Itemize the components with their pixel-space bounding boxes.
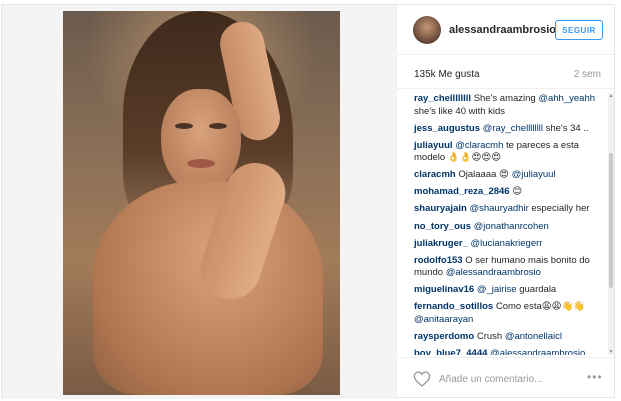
post-modal: alessandraambrosio SEGUIR 135k Me gusta …	[1, 4, 617, 399]
comment-author[interactable]: fernando_sotillos	[414, 301, 493, 312]
more-options-icon[interactable]: •••	[587, 370, 603, 384]
comment-item: shauryajain @shauryadhir especially her	[414, 203, 605, 216]
post-footer: •••	[397, 357, 617, 399]
comments-scrollbar[interactable]: ▲ ▼	[608, 93, 614, 355]
comments-list: ray_chellllllll She's amazing @ahh_yeahh…	[397, 93, 611, 355]
comment-author[interactable]: ray_chellllllll	[414, 93, 471, 104]
post-header: alessandraambrosio SEGUIR	[397, 5, 617, 55]
post-meta: 135k Me gusta 2 sem	[397, 55, 617, 89]
comment-item: juliayuul @claracmh te pareces a esta mo…	[414, 140, 605, 165]
comment-mention[interactable]: @alessandraambrosio	[446, 267, 541, 278]
comment-item: ray_chellllllll She's amazing @ahh_yeahh…	[414, 93, 605, 118]
comment-item: boy_blue7_4444 @alessandraambrosio very …	[414, 348, 605, 355]
comment-mention[interactable]: @ahh_yeahh	[538, 93, 595, 104]
photo-lips	[187, 159, 215, 168]
comment-mention[interactable]: @alessandraambrosio	[490, 348, 585, 355]
comment-item: rodolfo153 O ser humano mais bonito do m…	[414, 255, 605, 280]
comment-author[interactable]: no_tory_ous	[414, 221, 471, 232]
comment-text: especially her	[528, 203, 590, 215]
comment-text: 😊	[512, 186, 523, 198]
comment-mention[interactable]: @lucianakriegerr	[471, 238, 543, 249]
comment-text: she's like 40 with kids	[414, 105, 506, 117]
comment-text: Como esta😩😩👋👋	[495, 301, 586, 313]
comment-mention[interactable]: @jonathanrcohen	[474, 221, 549, 232]
comment-item: no_tory_ous @jonathanrcohen	[414, 221, 605, 234]
comment-author[interactable]: mohamad_reza_2846	[414, 186, 510, 197]
comment-mention[interactable]: @shauryadhir	[469, 203, 528, 214]
comment-author[interactable]: juliakruger_	[414, 238, 468, 249]
comment-author[interactable]: rodolfo153	[414, 255, 463, 266]
comment-mention[interactable]: @ray_chellllllll	[483, 123, 543, 134]
comment-author[interactable]: claracmh	[414, 169, 456, 180]
heart-icon[interactable]	[413, 371, 431, 387]
scroll-up-icon[interactable]: ▲	[608, 93, 614, 99]
photo-pane	[2, 5, 396, 399]
comment-author[interactable]: jess_augustus	[414, 123, 480, 134]
comment-item: jess_augustus @ray_chellllllll she's 34 …	[414, 123, 605, 136]
comment-text: She's amazing	[473, 93, 539, 104]
comment-item: mohamad_reza_2846 😊	[414, 186, 605, 199]
username-link[interactable]: alessandraambrosio	[449, 24, 556, 36]
post-sidebar: alessandraambrosio SEGUIR 135k Me gusta …	[396, 5, 617, 399]
follow-button[interactable]: SEGUIR	[555, 20, 603, 40]
comment-mention[interactable]: @antonellaicl	[505, 331, 562, 342]
comment-author[interactable]: miguelinav16	[414, 284, 474, 295]
comment-author[interactable]: juliayuul	[414, 140, 453, 151]
comment-text: she's 34 ..	[542, 122, 589, 134]
comment-mention[interactable]: @juliayuul	[512, 169, 556, 180]
scroll-down-icon[interactable]: ▼	[608, 349, 614, 355]
comment-text: Crush	[476, 331, 505, 343]
comment-item: claracmh Ojalaaaa 😍 @juliayuul	[414, 169, 605, 182]
comment-item: fernando_sotillos Como esta😩😩👋👋 @anitaar…	[414, 301, 605, 326]
comment-item: miguelinav16 @_jairise guardala	[414, 284, 605, 297]
comment-author[interactable]: raysperdomo	[414, 331, 474, 342]
avatar[interactable]	[413, 16, 441, 44]
comment-mention[interactable]: @anitaarayan	[414, 314, 473, 325]
comment-text: Ojalaaaa 😍	[458, 169, 512, 181]
comment-item: juliakruger_ @lucianakriegerr	[414, 238, 605, 251]
post-time[interactable]: 2 sem	[574, 69, 601, 80]
comment-text: guardala	[516, 284, 557, 296]
comment-author[interactable]: shauryajain	[414, 203, 467, 214]
scrollbar-thumb[interactable]	[609, 153, 613, 288]
photo-eye-left	[175, 123, 193, 129]
comment-author[interactable]: boy_blue7_4444	[414, 348, 487, 355]
comment-mention[interactable]: @_jairise	[477, 284, 517, 295]
comment-input[interactable]	[439, 371, 569, 387]
likes-count[interactable]: 135k Me gusta	[414, 69, 480, 80]
comment-mention[interactable]: @claracmh	[455, 140, 503, 151]
comment-item: raysperdomo Crush @antonellaicl	[414, 331, 605, 344]
photo-eye-right	[209, 123, 227, 129]
post-photo[interactable]	[63, 11, 340, 395]
